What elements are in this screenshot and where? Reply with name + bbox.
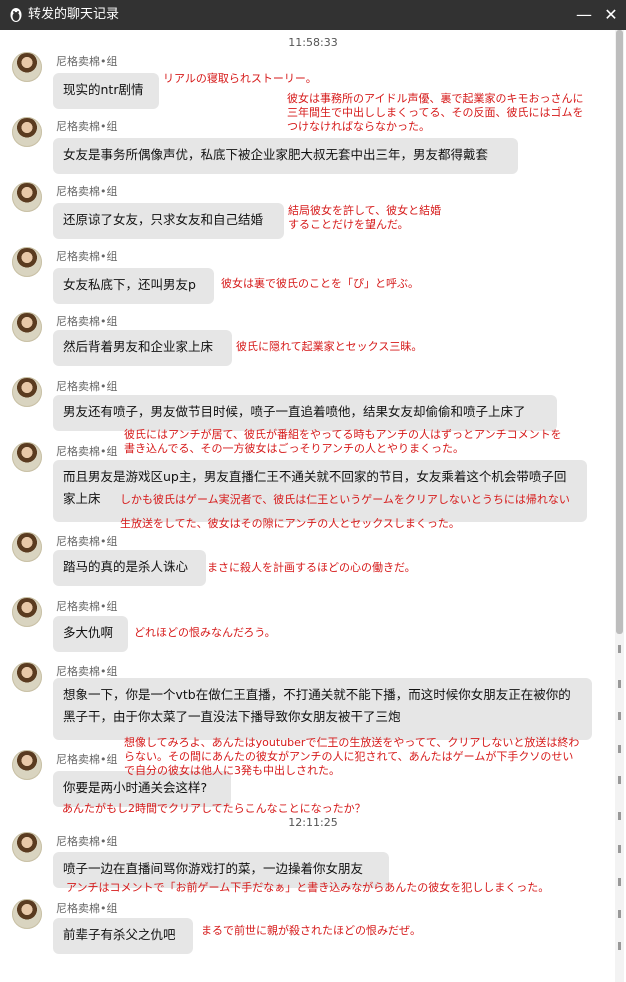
scroll-marker (618, 776, 621, 784)
sender-name: 尼格卖棉•组 (56, 120, 118, 133)
sender-name: 尼格卖棉•组 (56, 600, 118, 613)
message-bubble[interactable]: 想象一下，你是一个vtb在做仁王直播，不打通关就不能下播，而这时候你女朋友正在被… (53, 678, 592, 740)
message-bubble[interactable]: 而且男友是游戏区up主，男友直播仁王不通关就不回家的节目，女友乘着这个机会带喷子… (53, 460, 587, 522)
sender-name: 尼格卖棉•组 (56, 835, 118, 848)
scroll-marker (618, 645, 621, 653)
avatar[interactable] (12, 247, 42, 277)
avatar[interactable] (12, 899, 42, 929)
message-bubble[interactable]: 现实的ntr剧情 (53, 73, 159, 109)
translation-note: まさに殺人を計画するほどの心の働きだ。 (207, 561, 416, 574)
avatar[interactable] (12, 182, 42, 212)
sender-name: 尼格卖棉•组 (56, 55, 118, 68)
qq-penguin-icon (10, 8, 22, 22)
translation-note: 彼氏にはアンチが居て、彼氏が番組をやってる時もアンチの人はずっとアンチコメントを… (124, 428, 562, 455)
message-bubble[interactable]: 然后背着男友和企业家上床 (53, 330, 232, 366)
message-bubble[interactable]: 女友是事务所偶像声优，私底下被企业家肥大叔无套中出三年，男友都得戴套 (53, 138, 518, 174)
scroll-marker (618, 910, 621, 918)
sender-name: 尼格卖棉•组 (56, 185, 118, 198)
sender-name: 尼格卖棉•组 (56, 445, 118, 458)
sender-name: 尼格卖棉•组 (56, 535, 118, 548)
translation-note: 結局彼女を許して、彼女と結婚 することだけを望んだ。 (288, 204, 442, 231)
translation-note: 彼女は事務所のアイドル声優、裏で起業家のキモおっさんに 三年間生で中出ししまくっ… (287, 92, 584, 133)
scroll-marker (618, 812, 621, 820)
translation-note: 生放送をしてた、彼女はその隙にアンチの人とセックスしまくった。 (120, 517, 460, 530)
avatar[interactable] (12, 312, 42, 342)
message-bubble[interactable]: 前辈子有杀父之仇吧 (53, 918, 193, 954)
translation-note: あんたがもし2時間でクリアしてたらこんなことになったか？ (62, 802, 366, 815)
avatar[interactable] (12, 832, 42, 862)
translation-note: 想像してみろよ、あんたはyoutuberで仁王の生放送をやってて、クリアしないと… (124, 736, 580, 777)
scroll-marker (618, 712, 621, 720)
timestamp: 12:11:25 (288, 816, 338, 829)
chat-history: 11:58:33 尼格卖棉•组 现实的ntr剧情 尼格卖棉•组 女友是事务所偶像… (0, 30, 626, 982)
translation-note: どれほどの恨みなんだろう。 (134, 626, 276, 639)
sender-name: 尼格卖棉•组 (56, 753, 118, 766)
scroll-marker (618, 680, 621, 688)
close-button[interactable]: ✕ (601, 5, 621, 25)
scrollbar-track[interactable] (615, 30, 624, 982)
title-bar: 转发的聊天记录 — ✕ (0, 0, 626, 30)
scroll-marker (618, 745, 621, 753)
scroll-marker (618, 942, 621, 950)
minimize-button[interactable]: — (574, 5, 594, 25)
sender-name: 尼格卖棉•组 (56, 665, 118, 678)
translation-note: リアルの寝取られストーリー。 (163, 72, 317, 85)
avatar[interactable] (12, 377, 42, 407)
message-bubble[interactable]: 女友私底下，还叫男友p (53, 268, 214, 304)
message-bubble[interactable]: 踏马的真的是杀人诛心 (53, 550, 206, 586)
avatar[interactable] (12, 597, 42, 627)
translation-note: まるで前世に親が殺されたほどの恨みだぜ。 (201, 924, 421, 937)
avatar[interactable] (12, 532, 42, 562)
message-bubble[interactable]: 男友还有喷子，男友做节目时候，喷子一直追着喷他，结果女友却偷偷和喷子上床了 (53, 395, 557, 431)
window-title: 转发的聊天记录 (28, 7, 120, 22)
avatar[interactable] (12, 117, 42, 147)
translation-note: アンチはコメントで「お前ゲーム下手だなぁ」と書き込みながらあんたの彼女を犯ししま… (66, 881, 550, 894)
sender-name: 尼格卖棉•组 (56, 250, 118, 263)
scroll-marker (618, 878, 621, 886)
sender-name: 尼格卖棉•组 (56, 380, 118, 393)
message-bubble[interactable]: 多大仇啊 (53, 616, 128, 652)
avatar[interactable] (12, 52, 42, 82)
translation-note: しかも彼氏はゲーム実況者で、彼氏は仁王というゲームをクリアしないとうちには帰れな… (120, 493, 570, 506)
scroll-marker (618, 845, 621, 853)
sender-name: 尼格卖棉•组 (56, 902, 118, 915)
avatar[interactable] (12, 662, 42, 692)
translation-note: 彼氏に隠れて起業家とセックス三昧。 (236, 340, 423, 353)
message-bubble[interactable]: 还原谅了女友，只求女友和自己结婚 (53, 203, 284, 239)
timestamp: 11:58:33 (288, 36, 338, 49)
sender-name: 尼格卖棉•组 (56, 315, 118, 328)
avatar[interactable] (12, 750, 42, 780)
scrollbar-thumb[interactable] (616, 30, 623, 634)
avatar[interactable] (12, 442, 42, 472)
translation-note: 彼女は裏で彼氏のことを「ぴ」と呼ぶ。 (221, 277, 419, 290)
